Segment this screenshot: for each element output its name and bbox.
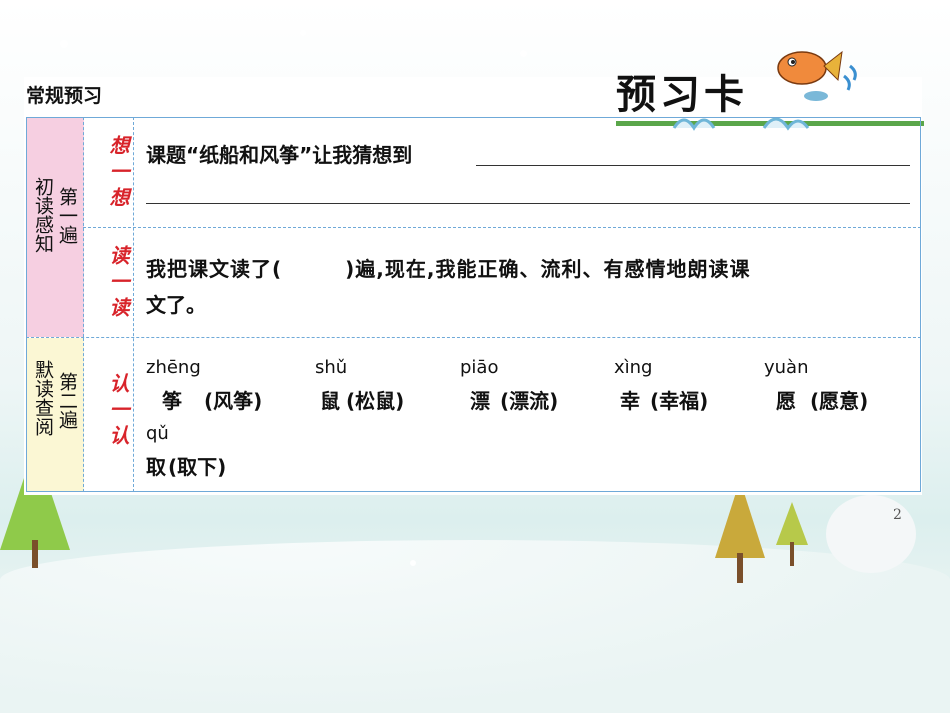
- tree-small-icon: [776, 502, 808, 566]
- snowflake: [60, 40, 68, 48]
- fish-icon: [777, 50, 857, 101]
- snowflake: [520, 50, 527, 57]
- section-label: 常规预习: [26, 85, 103, 107]
- snowflake: [410, 560, 416, 566]
- preview-table: 第一遍 初读感知 第二遍 默读查阅 想一想 读一读 认一认 课题“纸船和风筝”让…: [26, 117, 922, 493]
- snowball: [826, 495, 916, 573]
- page-number: 2: [893, 507, 902, 523]
- table-border: [26, 117, 921, 492]
- snowflake: [300, 30, 306, 36]
